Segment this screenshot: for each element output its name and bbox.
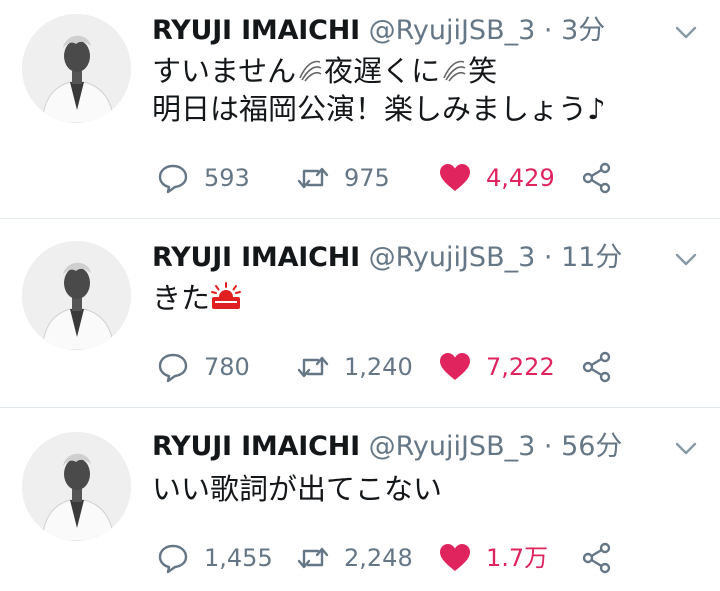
timestamp[interactable]: 11分 (561, 242, 622, 273)
reply-count: 593 (204, 164, 250, 192)
tweet-text: いい歌詞が出てこない (152, 470, 442, 508)
tweet-2[interactable]: RYUJI IMAICHI @RyujiJSB_3 · 11分 きた 780 1… (0, 219, 720, 407)
tweet-header: RYUJI IMAICHI @RyujiJSB_3 · 56分 (152, 430, 622, 464)
tweet-text-segment: 夜遅くに (324, 54, 441, 88)
retweet-icon (297, 547, 329, 569)
reply-count: 1,455 (204, 544, 273, 572)
share-button[interactable] (580, 350, 614, 384)
chevron-down-icon[interactable] (672, 249, 700, 269)
avatar[interactable] (22, 14, 131, 123)
tweet-header: RYUJI IMAICHI @RyujiJSB_3 · 3分 (152, 14, 605, 48)
heart-icon (440, 353, 470, 380)
retweet-button[interactable]: 1,240 (296, 350, 413, 384)
chevron-down-icon[interactable] (672, 438, 700, 458)
timestamp[interactable]: 56分 (561, 431, 622, 462)
share-icon (582, 542, 611, 574)
tweet-actions: 593 975 4,429 (156, 161, 636, 195)
share-button[interactable] (580, 541, 614, 575)
speech-bubble-icon (158, 544, 188, 574)
tweet-text-line: いい歌詞が出てこない (152, 472, 443, 506)
like-button[interactable]: 1.7万 (438, 541, 548, 575)
timestamp[interactable]: 3分 (561, 15, 605, 46)
speech-bubble-icon (158, 353, 188, 383)
reply-button[interactable]: 780 (156, 350, 250, 384)
reply-button[interactable]: 1,455 (156, 541, 273, 575)
like-button[interactable]: 4,429 (438, 161, 555, 195)
share-icon (582, 351, 611, 383)
share-icon (582, 162, 611, 194)
display-name[interactable]: RYUJI IMAICHI (152, 431, 360, 462)
tweet-1[interactable]: RYUJI IMAICHI @RyujiJSB_3 · 3分 すいません 夜遅く… (0, 0, 720, 218)
speech-bubble-icon (158, 164, 188, 194)
tweet-actions: 780 1,240 7,222 (156, 350, 636, 384)
user-handle[interactable]: @RyujiJSB_3 (369, 431, 536, 462)
avatar[interactable] (22, 241, 131, 350)
time-separator: · (543, 242, 553, 273)
like-count: 1.7万 (486, 544, 549, 572)
tweet-actions: 1,455 2,248 1.7万 (156, 541, 636, 575)
time-separator: · (543, 15, 553, 46)
retweet-count: 1,240 (344, 353, 413, 381)
like-count: 4,429 (486, 164, 555, 192)
sweat-drop-emoji (443, 60, 466, 82)
tweet-text-segment: 笑 (468, 54, 498, 88)
sunrise-emoji (211, 282, 242, 309)
tweet-header: RYUJI IMAICHI @RyujiJSB_3 · 11分 (152, 241, 622, 275)
chevron-down-icon[interactable] (672, 22, 700, 42)
tweet-text-segment: きた (152, 281, 211, 315)
heart-icon (440, 544, 470, 571)
sweat-drop-emoji (299, 60, 322, 82)
retweet-count: 2,248 (344, 544, 413, 572)
user-handle[interactable]: @RyujiJSB_3 (369, 242, 536, 273)
heart-icon (440, 164, 470, 191)
retweet-icon (297, 167, 329, 189)
share-button[interactable] (580, 161, 614, 195)
time-separator: · (543, 431, 553, 462)
tweet-text: きた (152, 279, 242, 317)
tweet-text-line: 明日は福岡公演！楽しみましょう♪ (152, 92, 606, 126)
avatar[interactable] (22, 432, 131, 541)
like-button[interactable]: 7,222 (438, 350, 555, 384)
reply-button[interactable]: 593 (156, 161, 250, 195)
display-name[interactable]: RYUJI IMAICHI (152, 15, 360, 46)
retweet-button[interactable]: 2,248 (296, 541, 413, 575)
tweet-feed: RYUJI IMAICHI @RyujiJSB_3 · 3分 すいません 夜遅く… (0, 0, 720, 591)
retweet-button[interactable]: 975 (296, 161, 390, 195)
tweet-text-segment: すいません (152, 54, 297, 88)
tweet-3[interactable]: RYUJI IMAICHI @RyujiJSB_3 · 56分 いい歌詞が出てこ… (0, 408, 720, 591)
tweet-text: すいません 夜遅くに 笑 明日は福岡公演！楽しみましょう♪ (152, 52, 606, 128)
retweet-icon (297, 356, 329, 378)
display-name[interactable]: RYUJI IMAICHI (152, 242, 360, 273)
reply-count: 780 (204, 353, 250, 381)
user-handle[interactable]: @RyujiJSB_3 (369, 15, 536, 46)
retweet-count: 975 (344, 164, 390, 192)
like-count: 7,222 (486, 353, 555, 381)
